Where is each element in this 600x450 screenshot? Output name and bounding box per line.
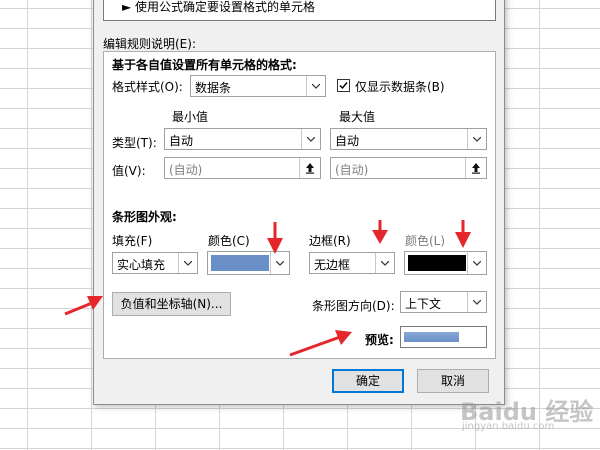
red-arrow-icon [64, 296, 103, 316]
red-arrow-icon [455, 220, 471, 248]
watermark-url: jingyan.baidu.com [462, 421, 555, 432]
red-arrow-icon [289, 330, 352, 357]
red-arrow-icon [372, 220, 388, 244]
annotation-arrows [64, 220, 471, 357]
red-arrow-icon [267, 222, 283, 254]
